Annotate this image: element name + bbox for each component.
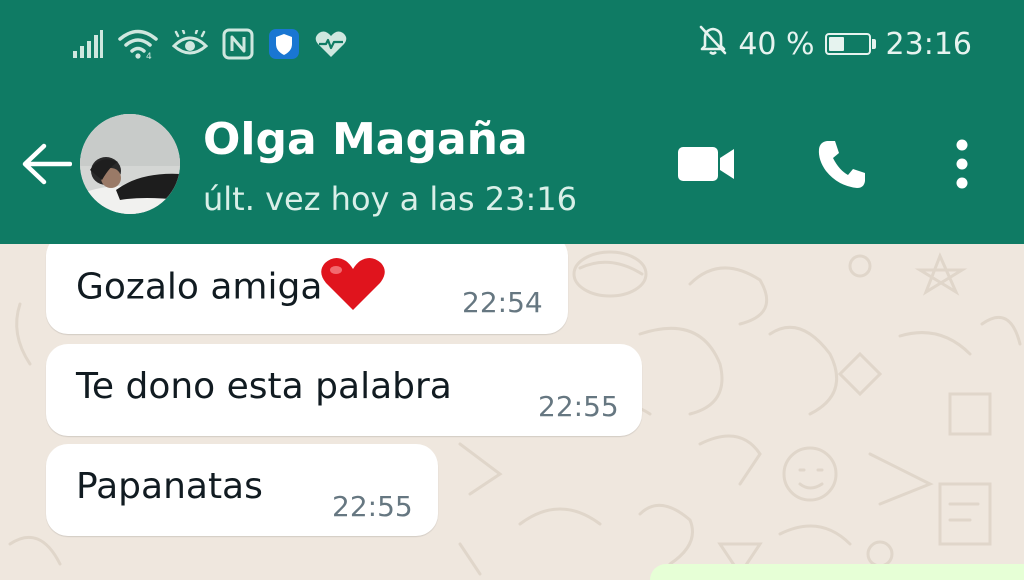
nfc-icon [222, 28, 254, 60]
contact-name[interactable]: Olga Magaña [203, 114, 528, 165]
message-text: Te dono esta palabra [76, 366, 452, 407]
avatar[interactable] [80, 114, 180, 214]
wifi-icon: 4 [118, 28, 158, 60]
message-time: 22:55 [538, 390, 619, 423]
signal-icon [72, 29, 104, 59]
message-text: Papanatas [76, 466, 263, 507]
message-time: 22:54 [462, 286, 543, 319]
message-text: Gozalo amiga [76, 266, 323, 308]
message-bubble[interactable]: Gozalo amiga 22:54 [46, 244, 568, 334]
message-time: 22:55 [332, 490, 413, 523]
status-bar: 4 40 % 23:16 [0, 0, 1024, 88]
chat-app-bar: Olga Magaña últ. vez hoy a las 23:16 [0, 88, 1024, 244]
battery-percent: 40 % [738, 26, 815, 62]
phone-icon [817, 138, 867, 194]
svg-text:4: 4 [146, 52, 152, 60]
more-options-button[interactable] [940, 136, 984, 196]
message-bubble[interactable]: Te dono esta palabra 22:55 [46, 344, 642, 436]
shield-icon [268, 28, 300, 60]
back-arrow-icon [20, 142, 73, 190]
status-icons-left: 4 [72, 22, 348, 66]
voice-call-button[interactable] [808, 136, 876, 196]
bell-off-icon [698, 24, 728, 64]
back-button[interactable] [18, 138, 74, 194]
status-time: 23:16 [885, 26, 972, 62]
video-call-button[interactable] [670, 136, 742, 196]
heart-emoji [320, 256, 386, 321]
heart-monitor-icon [314, 29, 348, 59]
battery-icon [824, 33, 876, 55]
video-call-icon [676, 144, 736, 188]
last-seen-status: últ. vez hoy a las 23:16 [203, 180, 577, 218]
outgoing-message-bubble[interactable] [650, 564, 1024, 580]
eye-icon [172, 30, 208, 58]
header: 4 40 % 23:16 Olga Magaña últ. vez hoy a … [0, 0, 1024, 244]
more-options-icon [954, 138, 970, 194]
chat-area[interactable]: Gozalo amiga 22:54 Te dono esta palabra … [0, 244, 1024, 580]
message-bubble[interactable]: Papanatas 22:55 [46, 444, 438, 536]
status-icons-right: 40 % 23:16 [698, 22, 972, 66]
